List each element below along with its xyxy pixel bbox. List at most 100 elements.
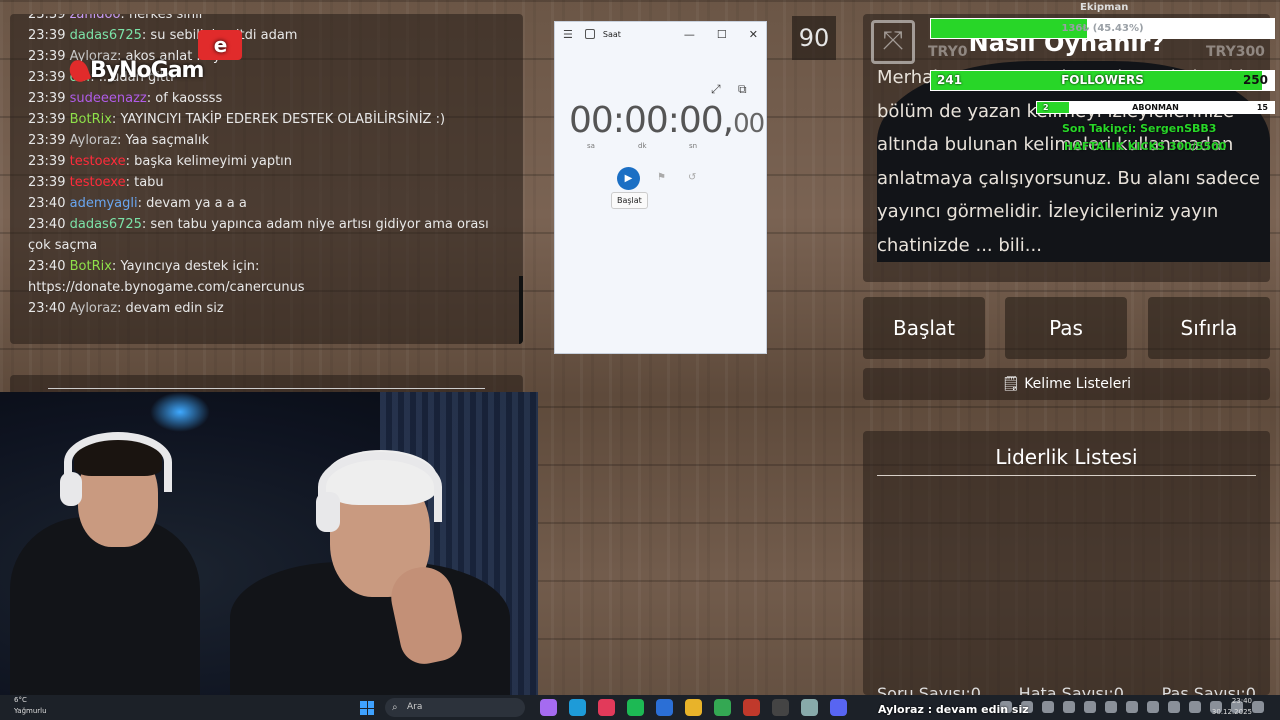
chat-separator: : <box>120 14 129 22</box>
reset-icon[interactable]: ↺ <box>688 172 696 183</box>
chat-message: 23:40 dadas6725: sen tabu yapınca adam n… <box>28 214 505 256</box>
chat-username[interactable]: sudeeenazz <box>70 91 147 106</box>
fullscreen-icon[interactable]: ⤧ <box>871 20 915 64</box>
chat-timestamp: 23:40 <box>28 259 66 274</box>
lap-flag-icon[interactable]: ⚑ <box>657 172 666 183</box>
tray-icon[interactable] <box>1105 701 1117 713</box>
how-to-play-body: Merhaba, ... yazan Alanı- olan sol altta… <box>877 61 1270 262</box>
clock-titlebar[interactable]: ☰ Saat — ☐ ✕ <box>555 22 766 46</box>
chat-timestamp: 23:39 <box>28 154 66 169</box>
unit-minutes: dk <box>638 142 647 150</box>
hamburger-menu-icon[interactable]: ☰ <box>563 28 573 41</box>
last-follower: Son Takipçi: SergenSBB3 <box>1062 122 1217 135</box>
word-lists-button[interactable]: 🗒 Kelime Listeleri <box>863 368 1270 400</box>
chat-message: 23:39 zanidoo: herkes sinir <box>28 14 505 25</box>
chat-separator: : <box>137 196 147 211</box>
followers-goal-bar: 241 FOLLOWERS 250 <box>930 70 1275 91</box>
clock-window-title: Saat <box>602 29 621 39</box>
pass-count: Pas Sayısı:0 <box>1161 684 1256 695</box>
chat-message: 23:39 testoexe: tabu <box>28 172 505 193</box>
chat-message: 23:40 BotRix: Yayıncıya destek için: htt… <box>28 256 505 298</box>
taskbar-clock[interactable]: 23:40 30.12.2025 <box>1212 696 1252 718</box>
chat-timestamp: 23:39 <box>28 28 66 43</box>
chat-timestamp: 23:40 <box>28 301 66 316</box>
chat-message: 23:39 sudeeenazz: of kaossss <box>28 88 505 109</box>
discord-icon[interactable] <box>830 699 847 716</box>
search-icon: ⌕ <box>392 702 398 713</box>
chat-username[interactable]: dadas6725 <box>70 28 142 43</box>
chrome-icon[interactable] <box>714 699 731 716</box>
file-explorer-icon[interactable] <box>685 699 702 716</box>
chat-timestamp: 23:39 <box>28 14 66 22</box>
weather-condition: Yağmurlu <box>14 707 47 715</box>
copilot-icon[interactable] <box>540 699 557 716</box>
chat-text: devam edin siz <box>125 301 224 316</box>
chat-username[interactable]: BotRix <box>70 112 112 127</box>
windows-start-icon[interactable] <box>360 701 374 715</box>
tray-icon[interactable] <box>1084 701 1096 713</box>
edge-icon[interactable] <box>569 699 586 716</box>
chat-timestamp: 23:39 <box>28 70 66 85</box>
chat-timestamp: 23:39 <box>28 91 66 106</box>
chat-username[interactable]: testoexe <box>70 175 126 190</box>
weather-temp: 6°C <box>14 696 27 704</box>
chat-username[interactable]: Ayloraz <box>70 133 117 148</box>
taskbar-search[interactable]: ⌕ Ara <box>385 698 525 717</box>
chat-username[interactable]: ademyagli <box>70 196 138 211</box>
subscriber-goal-bar: 2 ABONMAN 15 <box>1036 101 1275 114</box>
compact-overlay-icon[interactable]: ⧉ <box>738 82 747 97</box>
store-icon[interactable] <box>656 699 673 716</box>
minimize-icon[interactable]: — <box>684 28 695 41</box>
start-button[interactable]: Başlat <box>863 297 985 359</box>
weekly-kicks: HAFTALIK KICKS 300/5500 <box>1064 140 1227 153</box>
clock-app-window[interactable]: ☰ Saat — ☐ ✕ ⤢ ⧉ 00:00:00,00 sa dk sn ▶ … <box>554 21 767 354</box>
tray-icon[interactable] <box>1168 701 1180 713</box>
chat-username[interactable]: testoexe <box>70 154 126 169</box>
tray-icon[interactable] <box>1252 701 1264 713</box>
chat-username[interactable]: Ayloraz <box>70 301 117 316</box>
unit-hours: sa <box>587 142 595 150</box>
weather-widget[interactable]: 6°C Yağmurlu <box>14 695 47 717</box>
video-app-icon[interactable] <box>743 699 760 716</box>
stopwatch-start-button[interactable]: ▶ <box>617 167 640 190</box>
clock-date: 30.12.2025 <box>1211 708 1252 716</box>
pass-button[interactable]: Pas <box>1005 297 1127 359</box>
chat-timestamp: 23:39 <box>28 49 66 64</box>
chat-scrollbar[interactable] <box>519 276 523 344</box>
chat-text: başka kelimeyimi yaptın <box>134 154 293 169</box>
equipment-goal-title: Ekipman <box>1080 2 1129 13</box>
bynogame-logo: ByNoGam e <box>66 30 242 85</box>
unit-seconds: sn <box>689 142 698 150</box>
spotify-icon[interactable] <box>627 699 644 716</box>
tray-icon[interactable] <box>1147 701 1159 713</box>
chat-separator: : <box>146 91 156 106</box>
close-icon[interactable]: ✕ <box>749 28 758 41</box>
divider <box>877 475 1256 476</box>
chat-username[interactable]: BotRix <box>70 259 112 274</box>
chat-username[interactable]: zanidoo <box>70 14 121 22</box>
tray-icon[interactable] <box>1063 701 1075 713</box>
media-player-icon[interactable] <box>598 699 615 716</box>
chat-timestamp: 23:39 <box>28 112 66 127</box>
error-count: Hata Sayısı:0 <box>1018 684 1124 695</box>
obs-icon[interactable] <box>772 699 789 716</box>
reset-button[interactable]: Sıfırla <box>1148 297 1270 359</box>
followers-target: 250 <box>1242 73 1268 87</box>
chat-message: 23:40 Ayloraz: devam edin siz <box>28 298 505 319</box>
settings-app-icon[interactable] <box>801 699 818 716</box>
tray-icon[interactable] <box>1126 701 1138 713</box>
notepad-icon: 🗒 <box>1001 376 1020 392</box>
subscriber-target: 15 <box>1256 103 1268 112</box>
expand-icon[interactable]: ⤢ <box>711 82 721 97</box>
chat-message: 23:39 dadas6725: su sebilinin gitdi adam <box>28 25 505 46</box>
divider <box>48 388 485 389</box>
chat-username[interactable]: dadas6725 <box>70 217 142 232</box>
leaderboard-title: Liderlik Listesi <box>995 445 1138 469</box>
chat-text: YAYINCIYI TAKİP EDEREK DESTEK OLABİLİRSİ… <box>120 112 446 127</box>
maximize-icon[interactable]: ☐ <box>717 28 727 41</box>
flame-icon <box>66 57 92 85</box>
bynogame-e-badge: e <box>198 30 242 60</box>
webcam-feed <box>0 392 538 695</box>
tray-icon[interactable] <box>1042 701 1054 713</box>
tray-icon[interactable] <box>1189 701 1201 713</box>
